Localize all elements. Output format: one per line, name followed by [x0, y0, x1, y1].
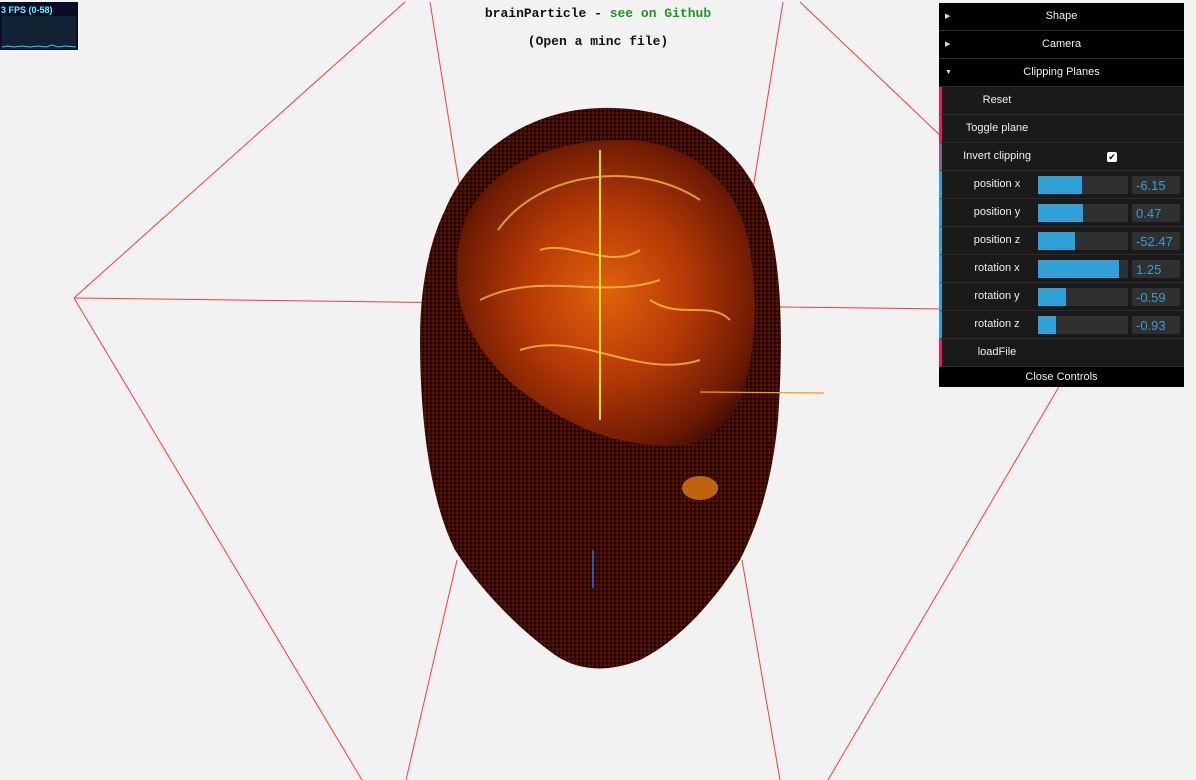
controls-panel: ▶ Shape ▶ Camera ▼ Clipping Planes Reset… — [939, 3, 1184, 387]
toggle-plane-label: Toggle plane — [965, 122, 1029, 134]
folder-camera[interactable]: ▶ Camera — [939, 31, 1184, 59]
folder-clipping-planes[interactable]: ▼ Clipping Planes — [939, 59, 1184, 87]
position-z-slider[interactable] — [1038, 232, 1128, 250]
invert-clipping-label: Invert clipping — [963, 150, 1031, 162]
rotation-x-slider[interactable] — [1038, 260, 1128, 278]
load-file-label: loadFile — [977, 346, 1017, 358]
control-label: position y — [973, 206, 1021, 218]
invert-clipping-row: Invert clipping ✔ — [939, 143, 1184, 171]
rotation-x-input[interactable]: 1.25 — [1132, 260, 1180, 278]
folder-clipping-label: Clipping Planes — [1023, 66, 1100, 78]
position-y-slider[interactable] — [1038, 204, 1128, 222]
github-link[interactable]: see on Github — [610, 6, 711, 21]
brain-volume — [420, 107, 825, 669]
chevron-down-icon: ▼ — [945, 69, 952, 76]
control-label: position x — [973, 178, 1021, 190]
toggle-plane-button[interactable]: Toggle plane — [939, 115, 1184, 143]
control-label: rotation z — [974, 318, 1020, 330]
rotation-y-slider[interactable] — [1038, 288, 1128, 306]
slider-fill — [1038, 204, 1083, 222]
slider-fill — [1038, 260, 1119, 278]
control-rotation-z: rotation z -0.93 — [939, 311, 1184, 339]
chevron-right-icon: ▶ — [945, 41, 951, 48]
slider-fill — [1038, 316, 1056, 334]
slider-fill — [1038, 176, 1083, 194]
invert-clipping-checkbox[interactable]: ✔ — [1107, 152, 1117, 162]
control-position-x: position x -6.15 — [939, 171, 1184, 199]
folder-shape[interactable]: ▶ Shape — [939, 3, 1184, 31]
reset-button[interactable]: Reset — [939, 87, 1184, 115]
control-label: position z — [973, 234, 1021, 246]
slider-fill — [1038, 288, 1066, 306]
position-z-input[interactable]: -52.47 — [1132, 232, 1180, 250]
app-title: brainParticle - — [484, 6, 610, 21]
chevron-right-icon: ▶ — [945, 13, 951, 20]
control-label: rotation y — [974, 290, 1020, 302]
folder-camera-label: Camera — [1041, 38, 1082, 50]
reset-label: Reset — [982, 94, 1012, 106]
rotation-z-input[interactable]: -0.93 — [1132, 316, 1180, 334]
rotation-y-input[interactable]: -0.59 — [1132, 288, 1180, 306]
slider-fill — [1038, 232, 1075, 250]
close-controls-button[interactable]: Close Controls — [939, 367, 1184, 387]
control-label: rotation x — [974, 262, 1020, 274]
control-position-y: position y 0.47 — [939, 199, 1184, 227]
load-file-button[interactable]: loadFile — [939, 339, 1184, 367]
control-rotation-x: rotation x 1.25 — [939, 255, 1184, 283]
rotation-z-slider[interactable] — [1038, 316, 1128, 334]
control-rotation-y: rotation y -0.59 — [939, 283, 1184, 311]
control-position-z: position z -52.47 — [939, 227, 1184, 255]
position-y-input[interactable]: 0.47 — [1132, 204, 1180, 222]
folder-shape-label: Shape — [1045, 10, 1078, 22]
position-x-slider[interactable] — [1038, 176, 1128, 194]
position-x-input[interactable]: -6.15 — [1132, 176, 1180, 194]
